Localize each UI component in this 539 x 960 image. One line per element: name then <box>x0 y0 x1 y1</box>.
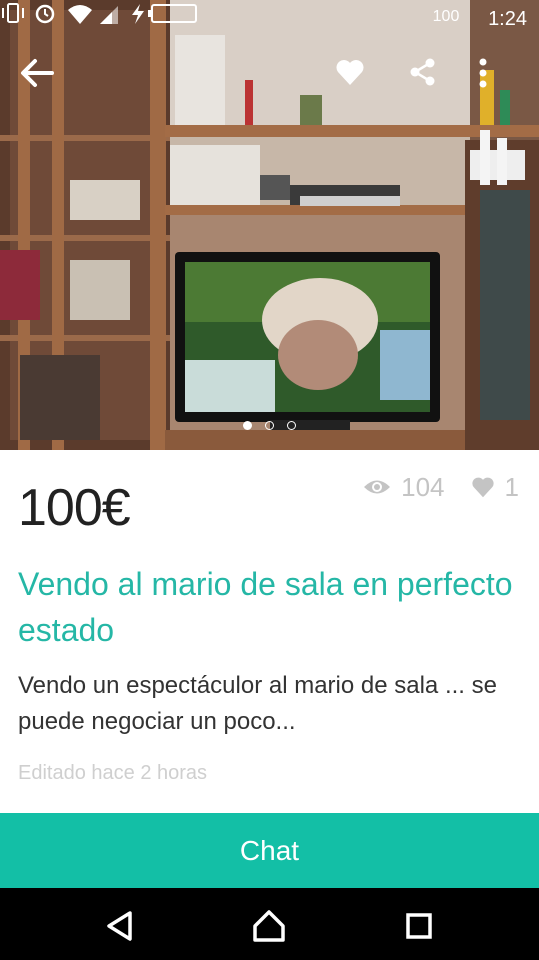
heart-icon <box>336 60 364 85</box>
recents-icon[interactable] <box>399 906 439 946</box>
edited-timestamp: Editado hace 2 horas <box>18 762 208 784</box>
more-options-button[interactable] <box>478 58 522 102</box>
status-time: 1:24 <box>488 8 527 30</box>
pager-dot[interactable] <box>243 421 252 430</box>
charging-icon <box>132 4 144 24</box>
views-count: 104 <box>401 471 445 502</box>
photo-scene <box>0 0 539 450</box>
pager-dot[interactable] <box>287 421 296 430</box>
vibrate-icon <box>2 3 24 23</box>
chat-button[interactable]: Chat <box>0 813 539 888</box>
pager-dot[interactable] <box>265 421 274 430</box>
listing-description: Vendo un espectáculor al mario de sala .… <box>18 672 497 735</box>
share-icon <box>410 58 435 86</box>
wifi-icon <box>68 5 92 24</box>
likes-heart-icon <box>471 477 494 498</box>
status-icons <box>2 3 197 24</box>
more-vert-icon <box>479 58 487 88</box>
listing-price: 100€ <box>18 479 131 537</box>
likes-count: 1 <box>504 471 519 502</box>
back-button[interactable] <box>20 58 64 102</box>
listing-stats: 104 1 <box>363 472 519 502</box>
signal-icon <box>100 6 118 24</box>
listing-photo[interactable]: 100 1:24 <box>0 0 539 450</box>
back-arrow-icon <box>21 59 54 87</box>
battery-icon <box>148 4 197 23</box>
back-triangle-icon[interactable] <box>100 906 140 946</box>
alarm-icon <box>35 4 55 24</box>
eye-icon <box>364 480 391 494</box>
share-button[interactable] <box>410 58 454 102</box>
favorite-button[interactable] <box>335 58 379 102</box>
gallery-pager <box>0 421 539 433</box>
home-icon[interactable] <box>249 906 289 946</box>
system-navigation-bar <box>0 888 539 960</box>
listing-title: Vendo al mario de sala en perfecto estad… <box>18 566 513 648</box>
status-bar: 100 1:24 <box>0 0 539 38</box>
battery-level: 100 <box>432 8 460 25</box>
